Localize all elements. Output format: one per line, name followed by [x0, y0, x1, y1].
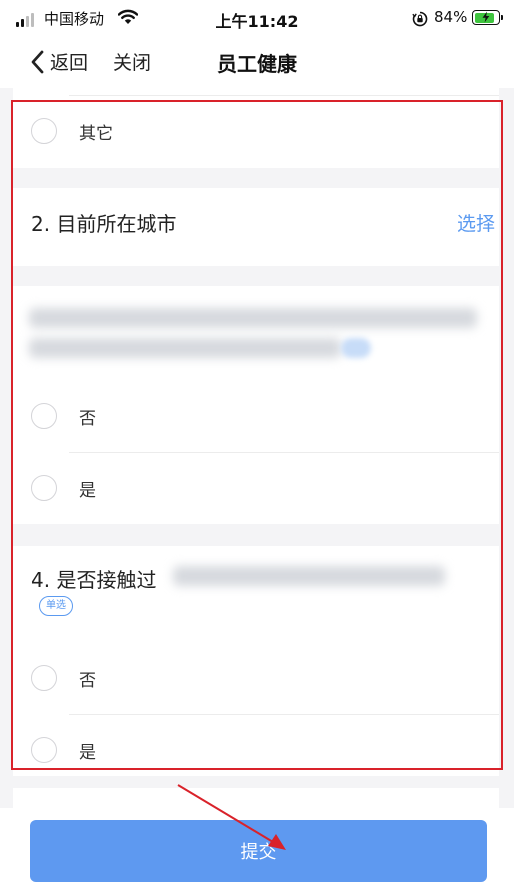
option-other[interactable]: 其它	[13, 101, 499, 161]
option-label: 是	[79, 480, 96, 501]
radio-button[interactable]	[31, 403, 57, 429]
option-yes[interactable]: 是	[13, 720, 499, 780]
option-yes[interactable]: 是	[13, 458, 499, 518]
battery-charging-icon	[472, 10, 503, 25]
radio-button[interactable]	[31, 737, 57, 763]
submit-button[interactable]: 提交	[30, 820, 487, 882]
option-label: 否	[79, 670, 96, 691]
question-3-card: 否 是	[13, 286, 499, 524]
blurred-question-text	[29, 308, 477, 328]
blurred-badge	[341, 338, 371, 358]
radio-button[interactable]	[31, 475, 57, 501]
form-scroll-area[interactable]: 其它 2. 目前所在城市 选择 否 是 4. 是否接触过 单选 否 是	[0, 88, 514, 884]
blurred-question-text	[29, 338, 341, 358]
bottom-bar: 提交	[0, 808, 514, 884]
status-bar: 中国移动 上午11:42 84%	[0, 0, 514, 36]
option-label: 是	[79, 742, 96, 763]
radio-button[interactable]	[31, 665, 57, 691]
nav-bar: 返回 关闭 员工健康	[0, 36, 514, 88]
single-choice-badge: 单选	[39, 596, 73, 616]
radio-button[interactable]	[31, 118, 57, 144]
question-2-card: 2. 目前所在城市 选择	[13, 188, 499, 266]
page-title: 员工健康	[217, 52, 297, 76]
divider	[69, 452, 499, 453]
rotation-lock-icon	[412, 11, 428, 31]
question-1-card: 其它	[13, 88, 499, 168]
divider	[69, 714, 499, 715]
divider	[69, 95, 499, 96]
option-label: 否	[79, 408, 96, 429]
option-no[interactable]: 否	[13, 386, 499, 446]
select-city-button[interactable]: 选择	[457, 209, 495, 236]
question-4-title: 4. 是否接触过	[31, 568, 157, 592]
blurred-question-text	[173, 566, 445, 586]
option-no[interactable]: 否	[13, 648, 499, 708]
question-4-card: 4. 是否接触过 单选 否 是	[13, 546, 499, 776]
question-2-title: 2. 目前所在城市	[31, 212, 177, 236]
option-label: 其它	[79, 123, 113, 144]
battery-percent: 84%	[434, 8, 468, 26]
next-question-card	[13, 788, 499, 808]
